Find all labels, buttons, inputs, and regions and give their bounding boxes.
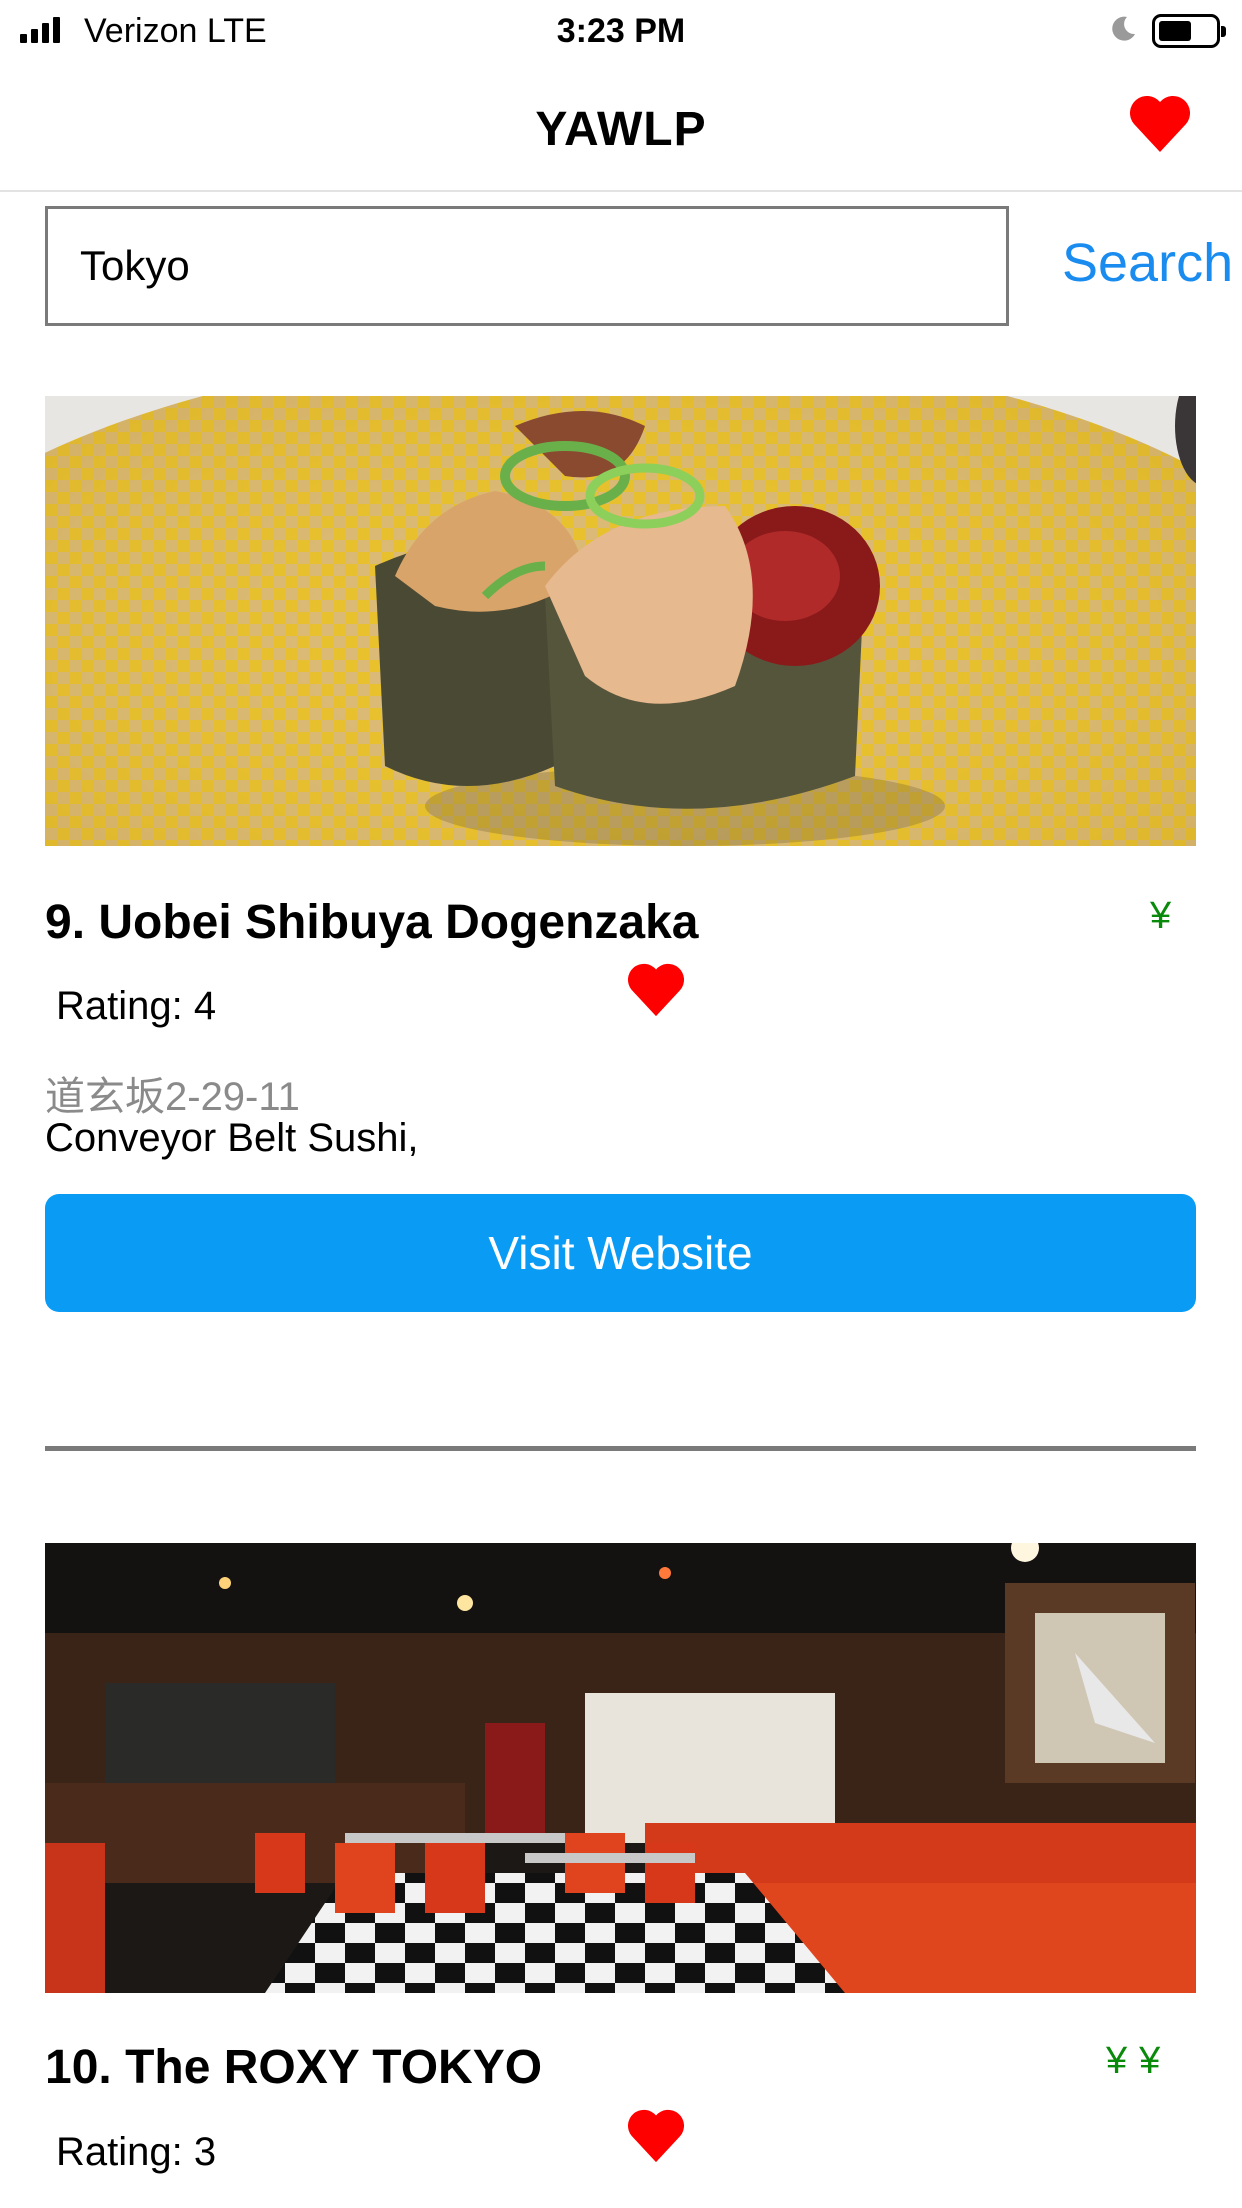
status-time: 3:23 PM xyxy=(556,12,686,50)
navigation-bar: YAWLP xyxy=(0,64,1242,192)
restaurant-rating: Rating: 3 xyxy=(56,2130,217,2174)
restaurant-title: 9. Uobei Shibuya Dogenzaka xyxy=(45,896,699,949)
favorite-heart-icon[interactable] xyxy=(626,2108,686,2164)
do-not-disturb-icon xyxy=(1108,14,1138,44)
favorites-heart-icon[interactable] xyxy=(1128,94,1192,154)
restaurant-photo-sushi xyxy=(45,396,1196,846)
favorite-heart-icon[interactable] xyxy=(626,962,686,1018)
search-button[interactable]: Search xyxy=(1062,232,1233,294)
restaurant-photo-diner xyxy=(45,1543,1196,1993)
restaurant-title: 10. The ROXY TOKYO xyxy=(45,2041,543,2094)
divider xyxy=(45,1446,1196,1451)
restaurant-rating: Rating: 4 xyxy=(56,984,217,1028)
restaurant-address: 道玄坂2-29-11 xyxy=(45,1075,300,1119)
battery-icon xyxy=(1152,14,1226,48)
status-bar: Verizon LTE 3:23 PM xyxy=(0,0,1242,64)
app-title: YAWLP xyxy=(535,103,707,156)
price-level: ¥ xyxy=(1150,895,1184,937)
restaurant-categories: Conveyor Belt Sushi, xyxy=(45,1116,419,1160)
visit-website-button[interactable]: Visit Website xyxy=(45,1194,1196,1312)
price-level: ¥¥ xyxy=(1106,2040,1173,2082)
search-input[interactable] xyxy=(45,206,1009,326)
